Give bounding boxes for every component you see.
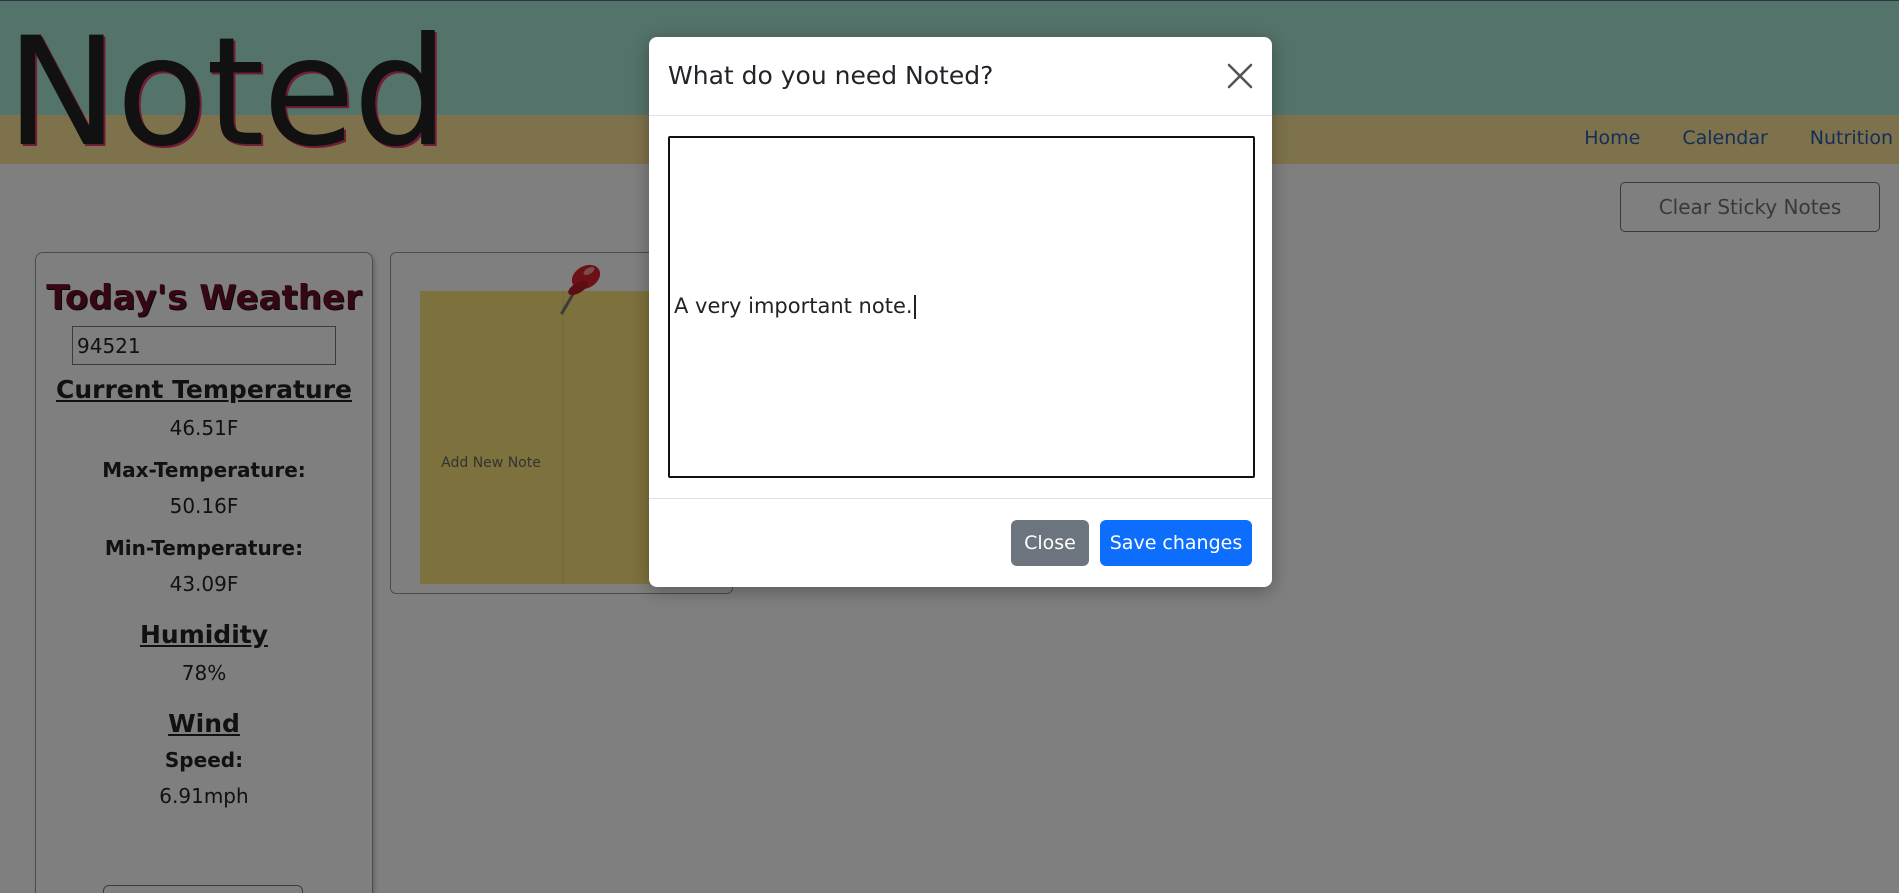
close-button[interactable]: Close bbox=[1011, 520, 1089, 566]
modal-header: What do you need Noted? bbox=[649, 37, 1272, 116]
note-text-wrapper: A very important note. bbox=[674, 294, 916, 319]
note-text: A very important note. bbox=[674, 294, 913, 318]
close-icon[interactable] bbox=[1225, 61, 1255, 91]
save-changes-button[interactable]: Save changes bbox=[1100, 520, 1252, 566]
modal-title: What do you need Noted? bbox=[668, 61, 994, 90]
note-textarea[interactable]: A very important note. bbox=[668, 136, 1255, 478]
text-caret bbox=[913, 295, 916, 319]
new-note-modal: What do you need Noted? A very important… bbox=[649, 37, 1272, 587]
